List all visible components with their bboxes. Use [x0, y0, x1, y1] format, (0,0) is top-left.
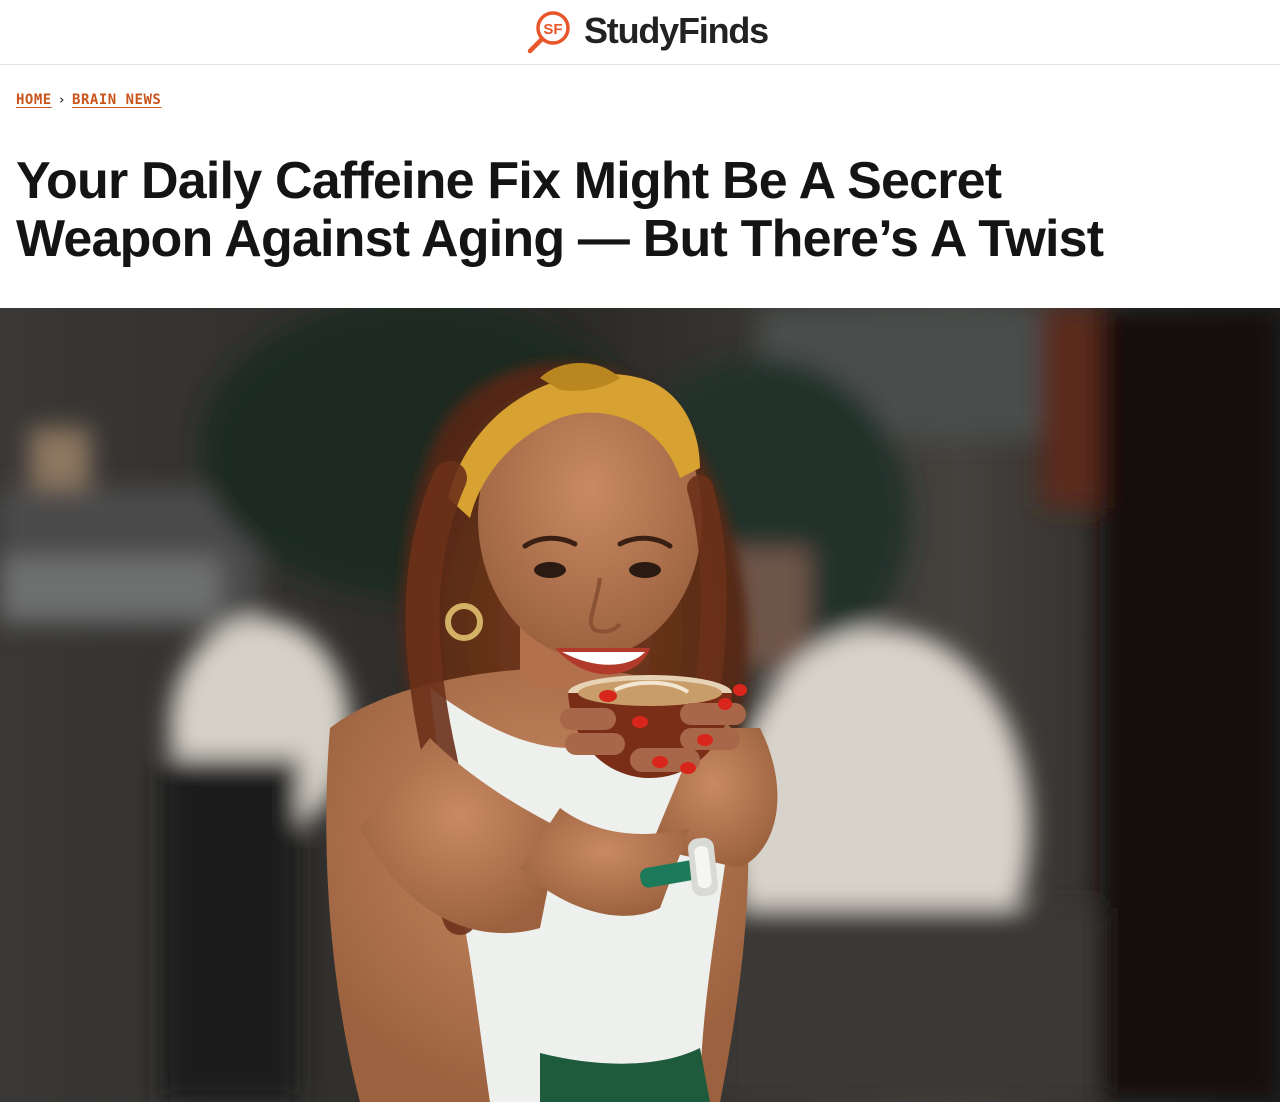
magnifier-logo-icon: SF — [527, 11, 570, 54]
hero-illustration — [0, 308, 1280, 1102]
article-title-line-1: Your Daily Caffeine Fix Might Be A Secre… — [16, 152, 1002, 210]
logo-monogram: SF — [543, 21, 562, 38]
article-title: Your Daily Caffeine Fix Might Be A Secre… — [16, 152, 1256, 268]
breadcrumb: HOME › BRAIN NEWS — [16, 92, 161, 108]
article-title-line-2: Weapon Against Aging — But There’s A Twi… — [16, 210, 1104, 268]
breadcrumb-separator: › — [57, 92, 67, 108]
breadcrumb-category-link[interactable]: BRAIN NEWS — [72, 92, 161, 108]
site-name: StudyFinds — [584, 10, 769, 51]
hero-image — [0, 308, 1280, 1102]
breadcrumb-home-link[interactable]: HOME — [16, 92, 52, 108]
site-header: SF StudyFinds — [0, 0, 1280, 65]
site-logo-link[interactable]: SF StudyFinds — [526, 6, 769, 56]
